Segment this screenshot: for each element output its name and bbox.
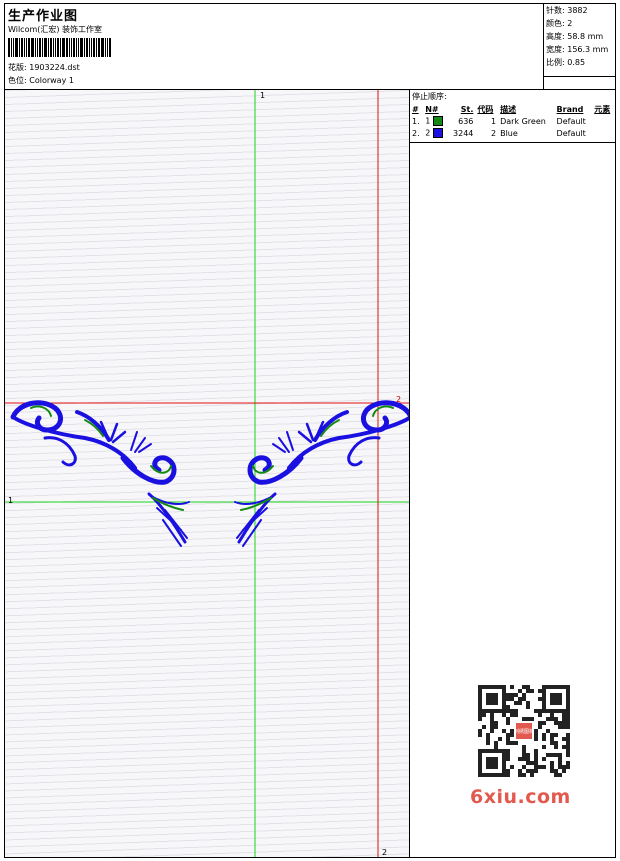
col-brand: Brand	[556, 104, 584, 114]
col-description: 描述	[500, 104, 517, 114]
company-name: Wilcom(汇宏) 装饰工作室	[8, 25, 103, 34]
row-stitches: 636	[458, 116, 474, 126]
qr-code-graphic: 刺绣图档	[478, 685, 570, 777]
design-scale: 比例: 0.85	[546, 58, 586, 67]
table-row: 2. 2 3244 2 Blue Default	[410, 127, 615, 139]
color-swatch	[432, 116, 443, 126]
row-index: 1.	[412, 116, 420, 126]
col-index: #	[412, 104, 419, 114]
row-brand: Default	[556, 128, 586, 138]
table-divider	[410, 142, 615, 143]
table-row: 1. 1 636 1 Dark Green Default	[410, 115, 615, 127]
guide-label-bottom: 2	[382, 848, 387, 857]
row-description: Dark Green	[500, 116, 546, 126]
stop-sequence-label: 停止顺序:	[412, 92, 447, 101]
embroidery-preview: 1 1 2 2	[5, 90, 409, 857]
row-code: 1	[490, 116, 497, 126]
col-element: 元素	[594, 104, 611, 114]
color-swatch	[432, 128, 443, 138]
design-file: 花版: 1903224.dst	[8, 63, 80, 72]
color-table-header: # N# St. 代码 描述 Brand 元素	[410, 103, 615, 115]
sheet-header: 生产作业图 Wilcom(汇宏) 装饰工作室 花版: 1903224.dst 色…	[5, 4, 615, 90]
color-table: # N# St. 代码 描述 Brand 元素 1. 1 636 1 Dark …	[410, 103, 615, 139]
guide-label-left: 1	[8, 496, 13, 505]
motif-left	[10, 400, 190, 547]
design-height: 高度: 58.8 mm	[546, 32, 604, 41]
guide-label-top: 1	[260, 91, 265, 100]
qr-code: 刺绣图档	[466, 681, 580, 781]
stitch-count: 针数: 3882	[546, 6, 588, 15]
row-code: 2	[490, 128, 497, 138]
col-stitches: St.	[460, 104, 474, 114]
watermark: 6xiu.com	[470, 786, 571, 808]
barcode	[8, 38, 143, 57]
svg-text:刺绣图档: 刺绣图档	[514, 728, 534, 735]
row-number: 1	[425, 116, 431, 126]
row-description: Blue	[500, 128, 518, 138]
col-code: 代码	[477, 104, 494, 114]
stats-divider	[543, 76, 615, 77]
design-width: 宽度: 156.3 mm	[546, 45, 609, 54]
motif-right	[234, 400, 409, 547]
row-stitches: 3244	[453, 128, 474, 138]
row-number: 2	[425, 128, 431, 138]
sheet-title: 生产作业图	[8, 9, 79, 24]
design-canvas: 1 1 2 2	[5, 90, 410, 857]
colorway: 色位: Colorway 1	[8, 76, 74, 85]
color-count: 颜色: 2	[546, 19, 573, 28]
col-number: N#	[425, 104, 439, 114]
row-index: 2.	[412, 128, 420, 138]
row-brand: Default	[556, 116, 586, 126]
